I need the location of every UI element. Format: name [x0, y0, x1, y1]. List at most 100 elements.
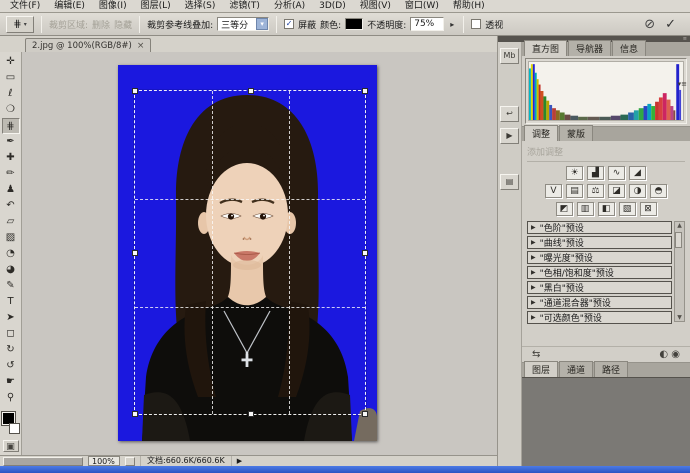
- horizontal-scrollbar-thumb[interactable]: [3, 457, 83, 466]
- levels-icon[interactable]: ▟: [587, 166, 604, 180]
- commit-crop-button[interactable]: ✓: [665, 17, 676, 32]
- blur-tool-icon[interactable]: ◔: [2, 246, 20, 262]
- curves-icon[interactable]: ∿: [608, 166, 625, 180]
- document-tab[interactable]: 2.jpg @ 100%(RGB/8#) ×: [25, 38, 151, 52]
- lasso-tool-icon[interactable]: ℓ: [2, 86, 20, 102]
- rotate-3d-tool-icon[interactable]: ↻: [2, 342, 20, 358]
- panel-tab[interactable]: 调整: [524, 125, 558, 141]
- type-tool-icon[interactable]: T: [2, 294, 20, 310]
- tool-preset-picker[interactable]: ⋕ ▾: [6, 16, 34, 33]
- black-white-icon[interactable]: ◪: [608, 184, 625, 198]
- preset-item[interactable]: ▶ "黑白"预设: [527, 281, 672, 294]
- path-selection-tool-icon[interactable]: ➤: [2, 310, 20, 326]
- selective-color-icon[interactable]: ⊠: [640, 202, 657, 216]
- hue-saturation-icon[interactable]: ▤: [566, 184, 583, 198]
- expand-triangle-icon[interactable]: ▶: [531, 299, 536, 306]
- history-panel-icon[interactable]: ↩: [500, 106, 519, 122]
- menu-item[interactable]: 分析(A): [267, 0, 312, 12]
- expand-triangle-icon[interactable]: ▶: [531, 224, 536, 231]
- menu-item[interactable]: 选择(S): [178, 0, 223, 12]
- menu-item[interactable]: 滤镜(T): [222, 0, 267, 12]
- hand-tool-icon[interactable]: ☛: [2, 374, 20, 390]
- panel-tab[interactable]: 导航器: [568, 40, 611, 56]
- expand-triangle-icon[interactable]: ▶: [531, 269, 536, 276]
- perspective-checkbox[interactable]: [471, 19, 481, 29]
- layers-list-empty[interactable]: [522, 377, 690, 466]
- scrollbar-thumb[interactable]: [675, 232, 682, 248]
- photo-filter-icon[interactable]: ◑: [629, 184, 646, 198]
- gradient-tool-icon[interactable]: ▨: [2, 230, 20, 246]
- panel-tab[interactable]: 蒙版: [559, 125, 593, 141]
- panel-tab[interactable]: 路径: [594, 361, 628, 377]
- orbit-3d-tool-icon[interactable]: ↺: [2, 358, 20, 374]
- brightness-contrast-icon[interactable]: ☀: [566, 166, 583, 180]
- history-brush-tool-icon[interactable]: ↶: [2, 198, 20, 214]
- spot-healing-brush-tool-icon[interactable]: ✚: [2, 150, 20, 166]
- preset-item[interactable]: ▶ "色阶"预设: [527, 221, 672, 234]
- dodge-tool-icon[interactable]: ◕: [2, 262, 20, 278]
- menu-item[interactable]: 视图(V): [353, 0, 398, 12]
- preset-scrollbar[interactable]: ▲ ▼: [674, 221, 685, 322]
- crop-handle-bottom-left[interactable]: [132, 411, 138, 417]
- rectangle-tool-icon[interactable]: ◻: [2, 326, 20, 342]
- panel-tab[interactable]: 直方图: [524, 40, 567, 56]
- mini-bridge-panel-icon[interactable]: Mb: [500, 48, 519, 64]
- preset-item[interactable]: ▶ "通道混合器"预设: [527, 296, 672, 309]
- preset-item[interactable]: ▶ "可选颜色"预设: [527, 311, 672, 324]
- menu-item[interactable]: 窗口(W): [398, 0, 446, 12]
- pen-tool-icon[interactable]: ✎: [2, 278, 20, 294]
- crop-handle-middle-right[interactable]: [362, 250, 368, 256]
- switch-panel-icon[interactable]: ⇆: [532, 349, 540, 360]
- document-canvas[interactable]: [22, 52, 497, 455]
- gradient-map-icon[interactable]: ▧: [619, 202, 636, 216]
- actions-panel-icon[interactable]: ▶: [500, 128, 519, 144]
- expand-triangle-icon[interactable]: ▶: [531, 284, 536, 291]
- expand-triangle-icon[interactable]: ▶: [531, 239, 536, 246]
- move-tool-icon[interactable]: ✛: [2, 54, 20, 70]
- crop-handle-middle-left[interactable]: [132, 250, 138, 256]
- preset-item[interactable]: ▶ "曝光度"预设: [527, 251, 672, 264]
- menu-item[interactable]: 图层(L): [134, 0, 178, 12]
- crop-handle-bottom-right[interactable]: [362, 411, 368, 417]
- eyedropper-tool-icon[interactable]: ✒: [2, 134, 20, 150]
- zoom-tool-icon[interactable]: ⚲: [2, 390, 20, 406]
- color-balance-icon[interactable]: ⚖: [587, 184, 604, 198]
- expand-triangle-icon[interactable]: ▶: [531, 254, 536, 261]
- shield-checkbox[interactable]: ✓: [284, 19, 294, 29]
- exposure-icon[interactable]: ◢: [629, 166, 646, 180]
- menu-item[interactable]: 文件(F): [3, 0, 47, 12]
- visibility-icon[interactable]: ◉: [671, 349, 680, 360]
- crop-handle-bottom-center[interactable]: [248, 411, 254, 417]
- crop-handle-top-left[interactable]: [132, 88, 138, 94]
- eraser-tool-icon[interactable]: ▱: [2, 214, 20, 230]
- posterize-icon[interactable]: ▥: [577, 202, 594, 216]
- preset-item[interactable]: ▶ "色相/饱和度"预设: [527, 266, 672, 279]
- panel-tab[interactable]: 图层: [524, 361, 558, 377]
- layer-comps-panel-icon[interactable]: ▤: [500, 174, 519, 190]
- menu-item[interactable]: 图像(I): [92, 0, 134, 12]
- shield-color-swatch[interactable]: [345, 18, 363, 30]
- preset-item[interactable]: ▶ "曲线"预设: [527, 236, 672, 249]
- panel-tab[interactable]: 信息: [612, 40, 646, 56]
- status-expand-button[interactable]: ▶: [237, 457, 242, 465]
- brush-tool-icon[interactable]: ✏: [2, 166, 20, 182]
- rectangular-marquee-tool-icon[interactable]: ▭: [2, 70, 20, 86]
- clip-to-layer-icon[interactable]: ◐: [659, 349, 668, 360]
- channel-mixer-icon[interactable]: ◓: [650, 184, 667, 198]
- menu-item[interactable]: 帮助(H): [446, 0, 492, 12]
- cancel-crop-button[interactable]: ⊘: [644, 17, 655, 32]
- zoom-level-field[interactable]: 100%: [88, 456, 120, 466]
- quick-selection-tool-icon[interactable]: ❍: [2, 102, 20, 118]
- scroll-up-icon[interactable]: ▲: [677, 222, 682, 229]
- background-color-swatch[interactable]: [9, 423, 20, 434]
- crop-marquee[interactable]: [134, 90, 366, 415]
- panel-menu-icon[interactable]: ▾≡: [678, 80, 687, 88]
- status-options-icon[interactable]: [125, 457, 135, 466]
- threshold-icon[interactable]: ◧: [598, 202, 615, 216]
- menu-item[interactable]: 3D(D): [312, 0, 353, 12]
- crop-handle-top-right[interactable]: [362, 88, 368, 94]
- expand-triangle-icon[interactable]: ▶: [531, 314, 536, 321]
- guide-overlay-select[interactable]: 三等分 ▾: [217, 17, 269, 31]
- clone-stamp-tool-icon[interactable]: ♟: [2, 182, 20, 198]
- crop-tool-icon[interactable]: ⋕: [2, 118, 20, 134]
